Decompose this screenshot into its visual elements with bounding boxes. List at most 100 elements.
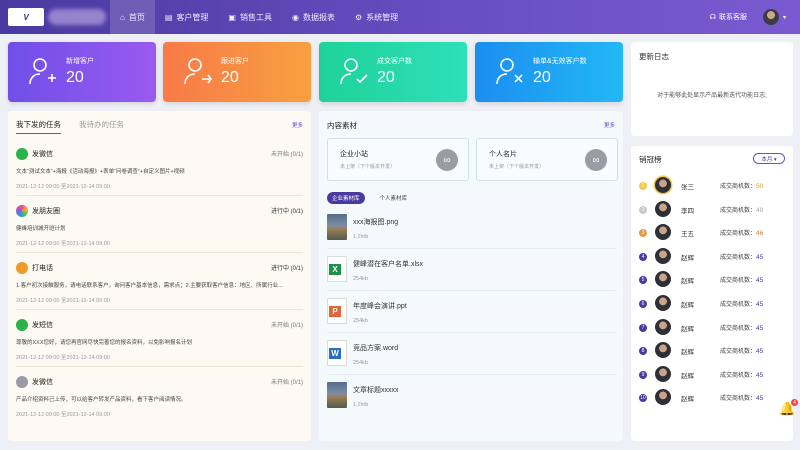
user-avatar[interactable] [762,9,779,25]
ranking-row[interactable]: 7 赵辉 成交商机数：45 [631,318,793,342]
task-item[interactable]: 发微信 未开始 (0/1) 文本“测试文本”+海报《活动海报》+表单“问卷调查”… [8,145,311,201]
nav-item-sales-tools[interactable]: ▣ 销售工具 [218,0,282,34]
nav-item-label: 首页 [128,12,145,22]
link-icon: ∞ [585,149,607,171]
task-status: 未开始 (0/1) [270,323,303,329]
rank-number: 8 [639,347,647,356]
materials-panel: 内容素材 更多 企业小站 未上架（下个版本开发） ∞ 个人名片 未上架（下个版本… [319,111,623,441]
deal-info: 成交商机数：46 [720,228,763,237]
card-name: 企业小站 [340,151,368,158]
stat-card-new-customers[interactable]: 新增客户 20 [8,42,156,102]
brand-logo[interactable]: V [8,8,44,26]
nav-item-reports[interactable]: ◉ 数据报表 [282,0,345,34]
rank-name: 赵辉 [681,372,694,380]
file-name: 健峰潜在客户名单.xlsx [353,261,423,268]
file-size: 254kb [353,360,368,366]
task-item[interactable]: 发短信 未开始 (0/1) 尊敬的XXX您好，请您再官网尽快完善您的报名资料，以… [8,316,311,372]
nav-item-system[interactable]: ⚙ 系统管理 [345,0,408,34]
rank-name: 赵辉 [681,325,694,333]
stat-value: 20 [66,69,84,86]
ranking-row[interactable]: 3 王五 成交商机数：46 [631,224,793,247]
file-size: 1.2mb [353,402,369,408]
support-label: 联系客服 [718,14,747,21]
avatar [655,271,671,288]
nav-item-home[interactable]: ⌂ 首页 [110,0,155,34]
stat-card-lost-customers[interactable]: 输单&无效客户数 20 [475,42,623,102]
ranking-row[interactable]: 1 张三 成交商机数：50 [631,177,793,200]
stat-value: 20 [533,69,551,86]
wechat-grey-icon [16,376,28,388]
excel-icon: X [327,256,347,282]
ranking-row[interactable]: 2 李四 成交商机数：48 [631,200,793,224]
rank-name: 张三 [681,184,694,191]
file-name: 竞品方案.word [353,345,399,352]
tasks-tabs: 我下发的任务 我待办的任务 [16,119,142,134]
rank-number: 1 [639,182,647,190]
rank-number: 7 [639,323,647,332]
tasks-more-link[interactable]: 更多 [292,121,303,129]
stat-card-followup-customers[interactable]: 跟进客户 20 [163,42,311,102]
card-enterprise-site[interactable]: 企业小站 未上架（下个版本开发） ∞ [327,138,469,181]
deal-info: 成交商机数：45 [720,252,763,261]
ranking-row[interactable]: 8 赵辉 成交商机数：45 [631,342,793,365]
file-item[interactable]: P 年度峰会演讲.ppt 254kb [327,298,617,340]
file-item[interactable]: W 竞品方案.word 254kb [327,340,617,382]
tab-sent-tasks[interactable]: 我下发的任务 [16,119,61,134]
deal-label: 成交商机数： [720,207,757,214]
deal-info: 成交商机数：45 [720,323,763,332]
file-item[interactable]: 文章标题xxxxx 1.2mb [327,382,617,424]
divider [16,252,303,253]
tab-personal-library[interactable]: 个人素材库 [375,192,413,204]
deal-label: 成交商机数： [720,325,757,332]
chevron-down-icon[interactable]: ▾ [783,14,786,21]
divider [327,248,617,249]
divider [327,332,617,333]
deal-count: 45 [756,277,764,285]
deal-info: 成交商机数：48 [720,205,763,214]
support-link[interactable]: ☊ 联系客服 [710,12,747,22]
avatar [655,247,671,264]
rank-number: 6 [639,300,647,308]
task-item[interactable]: 发微信 未开始 (0/1) 产品介绍资料已上传，可以给客户转发产品资料，看下客户… [8,373,311,429]
materials-more-link[interactable]: 更多 [604,121,615,129]
deal-count: 45 [756,324,764,332]
nav-item-customers[interactable]: ▤ 客户管理 [155,0,219,34]
card-business-card[interactable]: 个人名片 未上架（下个版本开发） ∞ [476,138,618,181]
stat-card-closed-customers[interactable]: 成交客户数 20 [319,42,467,102]
task-item[interactable]: 打电话 进行中 (0/1) 1.客户初次接触服务，请电话联系客户，询问客户基本信… [8,259,311,315]
stat-label: 输单&无效客户数 [533,58,587,65]
divider [16,309,303,310]
ranking-row[interactable]: 6 赵辉 成交商机数：45 [631,295,793,318]
task-status: 进行中 (0/1) [270,266,303,272]
task-time: 2021-12-12 09:00 至2021-12-14 09:00 [16,355,110,361]
deal-count: 50 [756,183,764,190]
stat-label: 跟进客户 [221,58,249,65]
task-status: 未开始 (0/1) [270,152,303,158]
ranking-row[interactable]: 4 赵辉 成交商机数：45 [631,247,793,271]
tasks-panel: 我下发的任务 我待办的任务 更多 发微信 未开始 (0/1) 文本“测试文本”+… [8,111,311,441]
gear-icon: ⚙ [354,12,363,22]
task-name: 发微信 [32,151,53,158]
file-item[interactable]: X 健峰潜在客户名单.xlsx 254kb [327,256,617,298]
update-log-title: 更新日志 [639,52,669,61]
task-item[interactable]: 发朋友圈 进行中 (0/1) 健峰培训城开班计划 2021-12-12 09:0… [8,202,311,258]
avatar [655,177,671,193]
task-desc: 产品介绍资料已上传，可以给客户转发产品资料，看下客户阅读情况。 [16,397,187,403]
tab-todo-tasks[interactable]: 我待办的任务 [79,119,124,134]
rank-name: 赵辉 [681,349,694,357]
rank-number: 2 [639,205,647,214]
rank-number: 10 [639,394,647,403]
file-item[interactable]: xxx海报图.png 1.2mb [327,214,617,256]
task-name: 发微信 [32,379,53,386]
ranking-row[interactable]: 9 赵辉 成交商机数：45 [631,365,793,389]
file-name: 文章标题xxxxx [353,387,399,394]
sms-icon [16,319,28,331]
tab-company-library[interactable]: 企业素材库 [327,192,365,204]
ranking-row[interactable]: 10 赵辉 成交商机数：45 [631,389,793,412]
rank-name: 赵辉 [681,278,694,286]
ranking-row[interactable]: 5 赵辉 成交商机数：45 [631,271,793,294]
rank-name: 李四 [681,207,694,215]
period-select[interactable]: 本月 ▾ [753,153,785,164]
task-desc: 文本“测试文本”+海报《活动海报》+表单“问卷调查”+自定义图片+视频 [16,169,185,175]
wechat-icon [16,148,28,160]
